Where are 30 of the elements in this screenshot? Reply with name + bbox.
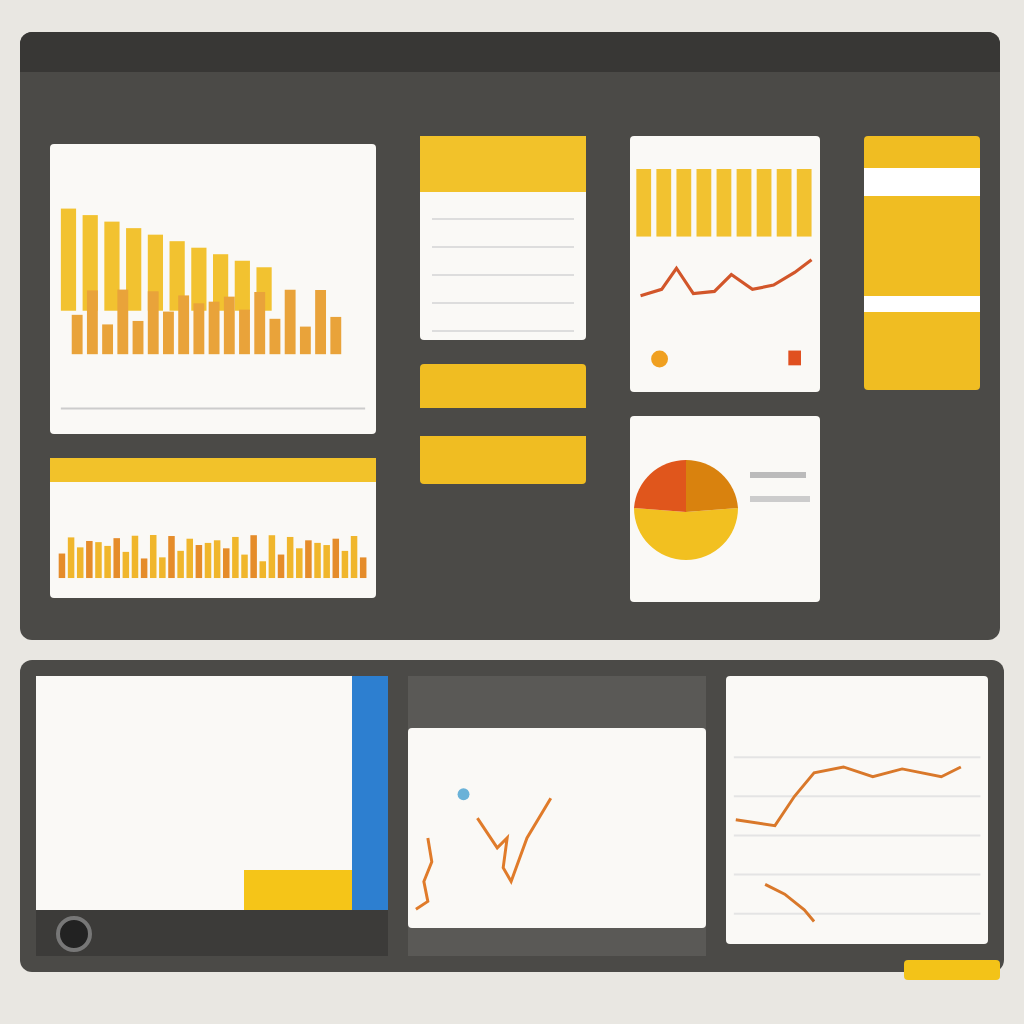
bar: [299, 326, 311, 355]
bar: [284, 289, 296, 355]
bar: [716, 169, 732, 237]
dial-icon[interactable]: [56, 915, 92, 951]
chart-line: [415, 837, 434, 911]
square-icon: [788, 350, 801, 366]
dot-icon: [651, 350, 668, 368]
bar: [656, 169, 672, 237]
bar: [696, 169, 712, 237]
legend-line: [750, 472, 806, 478]
bar: [676, 169, 692, 237]
chart-line: [476, 797, 553, 886]
panel-header: [864, 168, 980, 196]
bar: [102, 324, 114, 355]
chart-line: [764, 883, 815, 923]
bar: [132, 320, 144, 355]
legend-line: [750, 496, 810, 502]
bar: [60, 208, 77, 311]
bar: [776, 169, 792, 237]
bar: [315, 290, 326, 355]
action-button[interactable]: [904, 960, 1000, 980]
bar: [269, 318, 281, 355]
bar: [330, 316, 342, 355]
bar: [71, 314, 83, 355]
bar: [796, 169, 812, 237]
bar: [736, 169, 752, 237]
highlight-block: [244, 870, 353, 910]
data-point: [457, 788, 470, 801]
bar: [636, 169, 652, 237]
bar: [756, 169, 772, 237]
